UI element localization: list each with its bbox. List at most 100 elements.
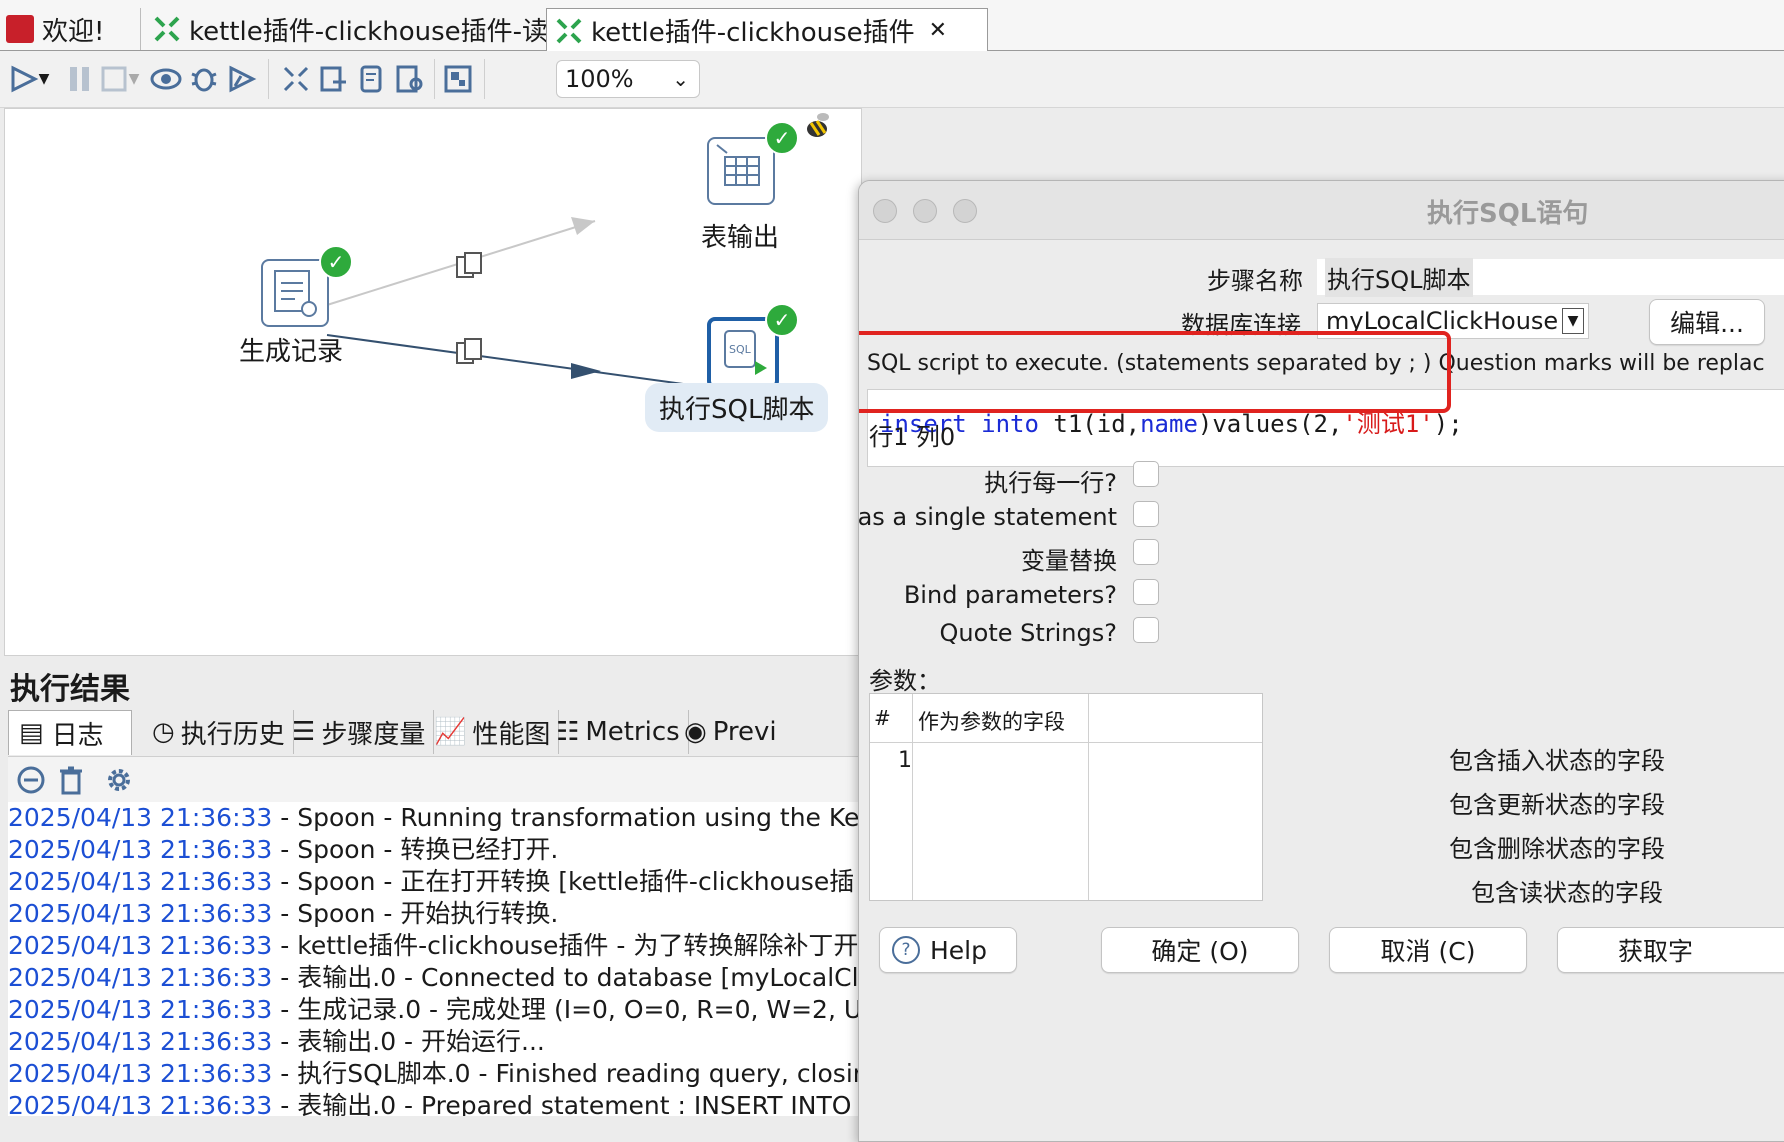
chevron-down-icon: ⌄ xyxy=(672,67,689,91)
sql-token: )values(2, xyxy=(1197,410,1343,438)
window-close-button[interactable] xyxy=(873,199,897,223)
log-timestamp: 2025/04/13 21:36:33 xyxy=(8,1091,273,1116)
explore-db-icon[interactable] xyxy=(392,61,428,97)
log-timestamp: 2025/04/13 21:36:33 xyxy=(8,1059,273,1088)
step-table-output[interactable] xyxy=(707,137,775,205)
tab-close-icon[interactable]: ✕ xyxy=(929,18,947,43)
tab-history[interactable]: ◷ 执行历史 xyxy=(144,710,294,754)
replay-icon[interactable] xyxy=(224,61,260,97)
log-message: - kettle插件-clickhouse插件 - 为了转换解除补丁开 xyxy=(272,931,859,960)
copy-rows-icon xyxy=(455,337,485,371)
sql-generate-icon[interactable] xyxy=(354,61,390,97)
transformation-canvas[interactable]: ✓ 表输出 ✓ 生成记录 SQL ✓ 执行SQL脚本 xyxy=(4,108,862,656)
tab-step-metrics[interactable]: ☰ 步骤度量 xyxy=(284,710,435,754)
trash-icon[interactable] xyxy=(56,765,86,799)
log-timestamp: 2025/04/13 21:36:33 xyxy=(8,803,273,832)
log-toolbar xyxy=(8,756,860,803)
tab-metrics-label: Metrics xyxy=(585,717,680,747)
pause-icon[interactable] xyxy=(62,61,98,97)
params-label: 参数： xyxy=(869,667,941,695)
transformation-icon xyxy=(555,17,583,45)
window-minimize-button[interactable] xyxy=(913,199,937,223)
highlight-box xyxy=(859,331,1451,413)
help-button[interactable]: ? Help xyxy=(879,927,1017,973)
log-line: 2025/04/13 21:36:33 - Spoon - Running tr… xyxy=(8,802,860,834)
tab-preview[interactable]: ◉ Previ xyxy=(676,710,785,754)
run-dropdown-icon[interactable]: ▼ xyxy=(36,61,52,97)
dialog-title: 执行SQL语句 xyxy=(1427,199,1589,229)
delete-status-field-label: 包含删除状态的字段 xyxy=(1449,835,1665,863)
table-header: # 作为参数的字段 xyxy=(870,694,1262,743)
tab-transformation-read[interactable]: kettle插件-clickhouse插件-读 xyxy=(140,8,560,50)
show-results-icon[interactable] xyxy=(440,61,476,97)
log-message: - 表输出.0 - 开始运行... xyxy=(272,1027,545,1056)
preview-eye-icon[interactable] xyxy=(148,61,184,97)
debug-bug-icon[interactable] xyxy=(186,61,222,97)
window-maximize-button[interactable] xyxy=(953,199,977,223)
read-status-field-label: 包含读状态的字段 xyxy=(1471,879,1663,907)
single-statement-checkbox[interactable] xyxy=(1133,501,1159,527)
step-generate-rows[interactable] xyxy=(261,259,329,327)
log-line: 2025/04/13 21:36:33 - Spoon - 转换已经打开. xyxy=(8,834,860,866)
tab-transformation-read-label: kettle插件-clickhouse插件-读 xyxy=(189,16,548,47)
log-settings-gear-icon[interactable] xyxy=(104,765,134,799)
dropdown-arrow-icon: ▼ xyxy=(1562,308,1584,334)
log-output: 2025/04/13 21:36:33 - Spoon - Running tr… xyxy=(8,802,860,1116)
generate-rows-icon xyxy=(274,270,317,317)
sql-token: into xyxy=(981,410,1039,438)
sql-token: name xyxy=(1140,410,1198,438)
log-timestamp: 2025/04/13 21:36:33 xyxy=(8,1027,273,1056)
tab-log-label: 日志 xyxy=(51,720,104,751)
tab-preview-label: Previ xyxy=(712,717,777,747)
table-output-icon xyxy=(716,144,760,186)
transformation-toolbar: ▼ ▼ 100% ⌄ xyxy=(0,51,1784,108)
log-timestamp: 2025/04/13 21:36:33 xyxy=(8,867,273,896)
tab-welcome[interactable]: 欢迎! xyxy=(6,8,104,50)
edit-connection-button[interactable]: 编辑... xyxy=(1649,299,1765,345)
zoom-select[interactable]: 100% ⌄ xyxy=(556,60,700,98)
stop-dropdown-icon[interactable]: ▼ xyxy=(126,61,142,97)
tab-performance[interactable]: 📈 性能图 xyxy=(426,710,560,754)
sql-script-icon: SQL xyxy=(724,330,767,375)
performance-chart-icon: 📈 xyxy=(434,717,467,747)
step-exec-sql-label: 执行SQL脚本 xyxy=(645,383,829,432)
preview-eye-icon: ◉ xyxy=(684,717,707,747)
tab-performance-label: 性能图 xyxy=(472,719,551,750)
verify-icon[interactable] xyxy=(278,61,314,97)
quote-strings-label: Quote Strings? xyxy=(939,619,1117,647)
tab-metrics[interactable]: ☷ Metrics xyxy=(548,710,689,754)
quote-strings-checkbox[interactable] xyxy=(1133,617,1159,643)
bind-parameters-checkbox[interactable] xyxy=(1133,579,1159,605)
tab-transformation-active[interactable]: kettle插件-clickhouse插件 ✕ xyxy=(546,8,989,52)
success-check-icon: ✓ xyxy=(765,121,799,155)
log-timestamp: 2025/04/13 21:36:33 xyxy=(8,931,273,960)
log-line: 2025/04/13 21:36:33 - 表输出.0 - 开始运行... xyxy=(8,1026,860,1058)
column-header-hash: # xyxy=(874,706,891,730)
variable-substitution-checkbox[interactable] xyxy=(1133,539,1159,565)
log-line: 2025/04/13 21:36:33 - 执行SQL脚本.0 - Finish… xyxy=(8,1058,860,1090)
editor-tab-bar: 欢迎! kettle插件-clickhouse插件-读 kettle插件-cli… xyxy=(0,0,1784,52)
update-status-field-label: 包含更新状态的字段 xyxy=(1449,791,1665,819)
step-name-input[interactable]: 执行SQL脚本 xyxy=(1317,257,1784,297)
log-timestamp: 2025/04/13 21:36:33 xyxy=(8,899,273,928)
log-line: 2025/04/13 21:36:33 - kettle插件-clickhous… xyxy=(8,930,860,962)
log-message: - 生成记录.0 - 完成处理 (I=0, O=0, R=0, W=2, U= xyxy=(272,995,860,1024)
step-metrics-icon: ☰ xyxy=(292,717,316,747)
parameter-table[interactable]: # 作为参数的字段 1 xyxy=(869,693,1263,901)
cancel-button[interactable]: 取消 (C) xyxy=(1329,927,1527,973)
metrics-icon: ☷ xyxy=(556,717,580,747)
get-fields-button[interactable]: 获取字 xyxy=(1557,927,1784,973)
help-icon: ? xyxy=(892,936,920,964)
bind-parameters-label: Bind parameters? xyxy=(903,581,1117,609)
clear-log-icon[interactable] xyxy=(16,765,46,799)
log-message: - 表输出.0 - Connected to database [myLocal… xyxy=(272,963,860,992)
help-label: Help xyxy=(930,935,987,965)
tab-log[interactable]: ▤ 日志 xyxy=(8,710,132,755)
log-message: - 执行SQL脚本.0 - Finished reading query, cl… xyxy=(272,1059,860,1088)
exec-each-row-checkbox[interactable] xyxy=(1133,461,1159,487)
impact-icon[interactable] xyxy=(316,61,352,97)
success-check-icon: ✓ xyxy=(319,245,353,279)
ok-button[interactable]: 确定 (O) xyxy=(1101,927,1299,973)
dialog-titlebar: 执行SQL语句 xyxy=(859,181,1784,240)
column-header-field: 作为参数的字段 xyxy=(918,710,1065,734)
